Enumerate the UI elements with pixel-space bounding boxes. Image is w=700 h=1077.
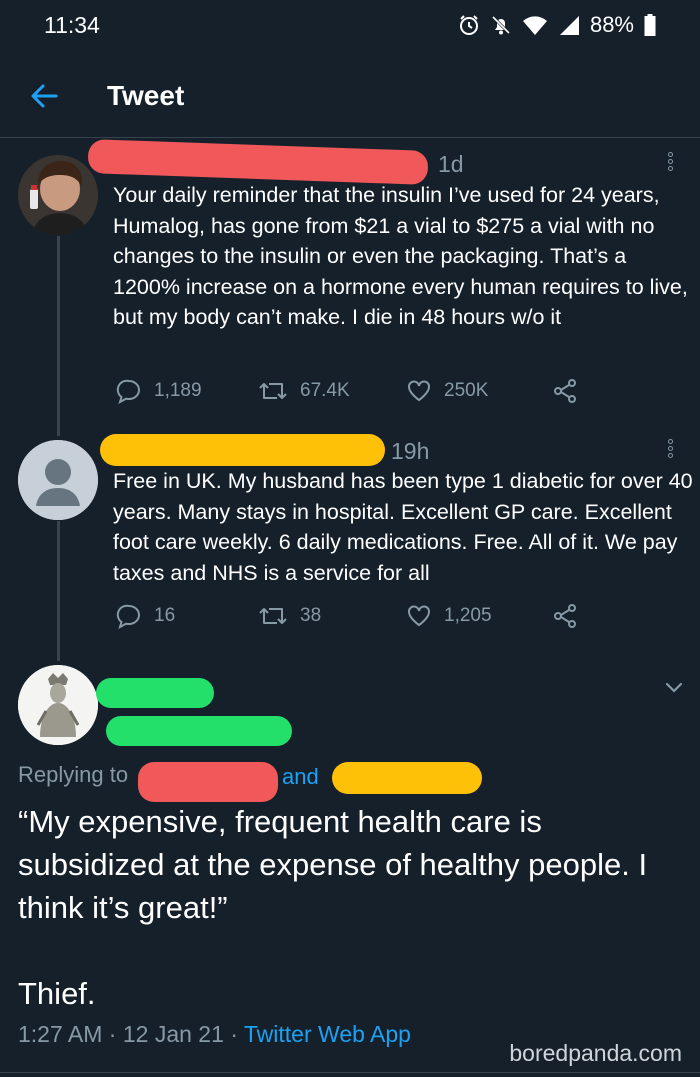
thread-line: [57, 236, 60, 436]
redacted-mention-1[interactable]: [138, 762, 278, 802]
more-options-icon[interactable]: [660, 437, 680, 467]
divider: [0, 1072, 700, 1073]
redacted-username: [87, 139, 429, 185]
reply-icon: [116, 378, 142, 404]
retweet-count: 67.4K: [300, 380, 350, 401]
share-button[interactable]: [552, 603, 578, 629]
reply-count: 16: [154, 605, 176, 626]
redacted-username: [100, 434, 385, 466]
tweet-timestamp: 1:27 AM: [18, 1021, 103, 1047]
tweet-time: 19h: [391, 438, 430, 464]
alarm-icon: [458, 14, 480, 36]
reply-button[interactable]: 16: [116, 603, 175, 629]
battery-icon: [644, 14, 656, 36]
reply-count: 1,189: [154, 380, 202, 401]
status-icons: 88%: [458, 12, 656, 38]
avatar[interactable]: [18, 155, 98, 235]
like-button[interactable]: 250K: [406, 378, 488, 404]
retweet-icon: [258, 378, 288, 404]
tweet-text: Your daily reminder that the insulin I’v…: [113, 183, 694, 329]
back-button[interactable]: [24, 78, 64, 118]
thread-line: [57, 521, 60, 661]
tweet-text: Free in UK. My husband has been type 1 d…: [113, 469, 699, 585]
share-icon: [552, 603, 578, 629]
avatar[interactable]: [18, 440, 98, 520]
reply-button[interactable]: 1,189: [116, 378, 202, 404]
retweet-button[interactable]: 38: [258, 603, 321, 629]
share-icon: [552, 378, 578, 404]
redacted-mention-2[interactable]: [332, 762, 482, 794]
like-count: 1,205: [444, 605, 492, 626]
reply-icon: [116, 603, 142, 629]
tweet-date: 12 Jan 21: [122, 1021, 224, 1047]
redacted-display-name: [96, 678, 214, 708]
replying-and: and: [282, 764, 319, 789]
redacted-handle: [106, 716, 292, 746]
status-time: 11:34: [44, 12, 100, 38]
tweet-time: 1d: [438, 151, 464, 177]
chevron-down-icon[interactable]: [663, 676, 685, 703]
heart-icon: [406, 378, 432, 404]
like-count: 250K: [444, 380, 489, 401]
watermark: boredpanda.com: [509, 1040, 682, 1066]
main-tweet-text: “My expensive, frequent health care is s…: [18, 804, 648, 1011]
retweet-icon: [258, 603, 288, 629]
arrow-left-icon: [29, 81, 59, 116]
page-title: Tweet: [107, 80, 185, 111]
retweet-button[interactable]: 67.4K: [258, 378, 350, 404]
heart-icon: [406, 603, 432, 629]
tweet-meta: 1:27 AM · 12 Jan 21 · Twitter Web App: [18, 1021, 411, 1047]
wifi-icon: [522, 14, 548, 36]
more-options-icon[interactable]: [660, 150, 680, 180]
share-button[interactable]: [552, 378, 578, 404]
tweet-source-link[interactable]: Twitter Web App: [244, 1021, 411, 1047]
replying-to: Replying to: [18, 762, 128, 788]
replying-prefix: Replying to: [18, 762, 129, 787]
battery-percent: 88%: [589, 12, 634, 37]
retweet-count: 38: [300, 605, 322, 626]
like-button[interactable]: 1,205: [406, 603, 492, 629]
app-header: Tweet: [0, 58, 700, 138]
status-bar: 11:34 88%: [0, 0, 700, 56]
bell-off-icon: [490, 14, 512, 36]
signal-icon: [558, 14, 580, 36]
avatar[interactable]: [18, 665, 98, 745]
